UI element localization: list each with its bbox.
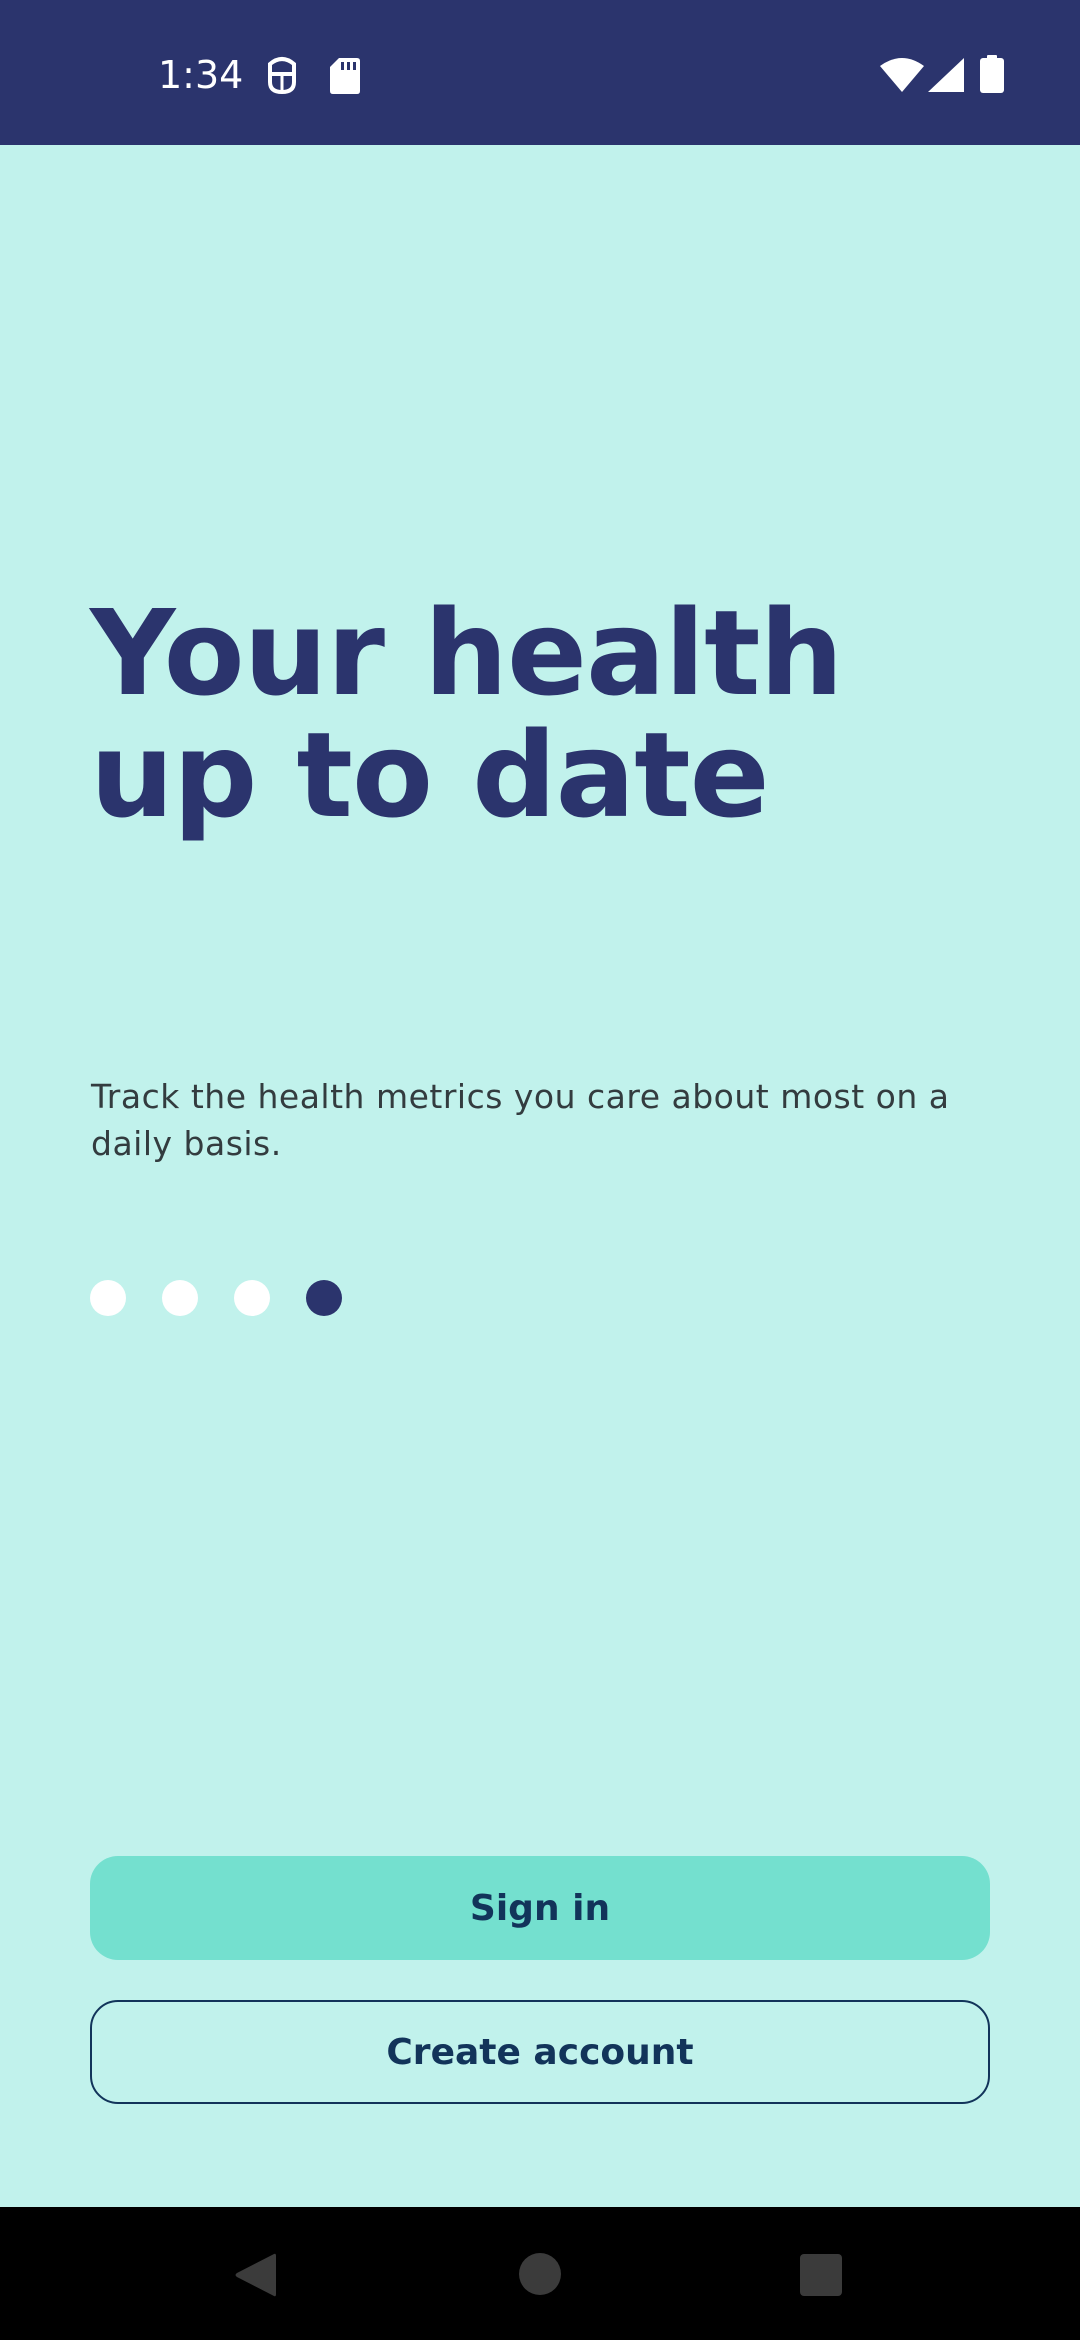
headline-line-2: up to date: [90, 706, 770, 844]
sign-in-button[interactable]: Sign in: [90, 1856, 990, 1960]
page-indicator-dot-2[interactable]: [162, 1280, 198, 1316]
headline-line-1: Your health: [90, 584, 844, 722]
subtitle: Track the health metrics you care about …: [91, 1077, 950, 1163]
battery-icon: [980, 55, 1004, 93]
status-bar: 1:34: [0, 0, 1080, 145]
create-account-button[interactable]: Create account: [90, 2000, 990, 2104]
page-indicator-dot-3[interactable]: [234, 1280, 270, 1316]
wifi-icon: [880, 58, 924, 92]
page-indicator-dot-4-active[interactable]: [306, 1280, 342, 1316]
recents-icon[interactable]: [800, 2254, 842, 2296]
home-icon[interactable]: [519, 2253, 561, 2295]
back-icon[interactable]: [234, 2252, 276, 2298]
debug-icon: [268, 57, 296, 94]
status-time: 1:34: [158, 53, 244, 97]
sd-card-icon: [330, 58, 360, 94]
headline: Your health up to date: [90, 592, 990, 836]
page-indicator-dot-1[interactable]: [90, 1280, 126, 1316]
navigation-bar: [0, 2207, 1080, 2340]
cellular-signal-icon: [928, 58, 964, 92]
page-indicator: [90, 1280, 342, 1317]
